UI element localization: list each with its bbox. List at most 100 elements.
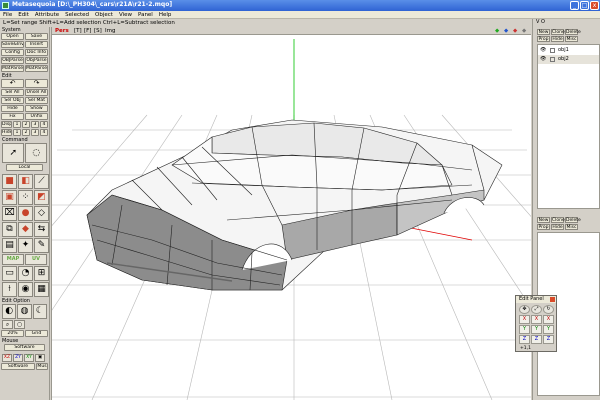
z-button[interactable]: Z <box>519 335 530 344</box>
face-icon[interactable]: ◇ <box>34 206 49 221</box>
material-misc-button[interactable]: Misc <box>565 224 578 230</box>
save-button[interactable]: Save <box>25 33 48 40</box>
tool-f-icon[interactable]: ▦ <box>34 282 49 297</box>
local-button[interactable]: Local <box>6 164 43 171</box>
object-hide-button[interactable]: Hide <box>551 36 564 42</box>
tool-a-icon[interactable]: ▭ <box>2 266 17 281</box>
disp-4-button[interactable]: 4 <box>40 121 48 128</box>
nav-green-icon[interactable]: ◆ <box>495 27 499 35</box>
object-row[interactable]: 👁 obj1 <box>538 46 599 55</box>
hide-button[interactable]: Hide <box>1 105 24 112</box>
z-button[interactable]: Z <box>531 335 542 344</box>
menu-attribute[interactable]: Attribute <box>32 11 62 19</box>
y-button[interactable]: Y <box>519 325 530 334</box>
move-icon[interactable]: ✥ <box>519 305 530 314</box>
menu-edit[interactable]: Edit <box>15 11 32 19</box>
yz-icon[interactable]: ▣ <box>35 354 45 362</box>
car-mesh[interactable] <box>86 119 503 291</box>
nav-red-icon[interactable]: ◆ <box>513 27 517 35</box>
zy-icon[interactable]: ZY <box>13 354 23 362</box>
weld-icon[interactable]: ◆ <box>18 222 33 237</box>
redo-arrow-icon[interactable]: ↷ <box>25 79 48 88</box>
material-hide-button[interactable]: Hide <box>551 224 564 230</box>
software-button[interactable]: Software <box>4 344 45 351</box>
select-arrow-icon[interactable]: ➚ <box>2 143 25 163</box>
tool-d-icon[interactable]: ⟊ <box>2 282 17 297</box>
hide-1-button[interactable]: 1 <box>13 129 21 136</box>
tab-side[interactable]: [S] <box>94 27 102 35</box>
menu-view[interactable]: View <box>116 11 135 19</box>
eye-icon[interactable]: 👁 <box>540 55 546 64</box>
maximize-button[interactable]: □ <box>580 1 589 10</box>
object-row-selected[interactable]: 👁 obj2 <box>538 55 599 64</box>
x-button[interactable]: X <box>519 315 530 324</box>
mus-button[interactable]: Mus <box>36 363 48 370</box>
object-clone-button[interactable]: Clone <box>551 29 565 35</box>
nav-gray-icon[interactable]: ◆ <box>522 27 526 35</box>
menu-help[interactable]: Help <box>156 11 175 19</box>
fix-button[interactable]: Fix <box>1 113 24 120</box>
unselect-all-button[interactable]: Unsel All <box>25 89 48 96</box>
mat-parse-button[interactable]: MatParse <box>1 65 24 72</box>
view-icon[interactable]: ◐ <box>2 304 17 319</box>
object-list[interactable]: 👁 obj1 👁 obj2 <box>537 44 600 209</box>
open-button[interactable]: Open <box>1 33 24 40</box>
rotate-icon[interactable]: ↻ <box>543 305 554 314</box>
nav-blue-icon[interactable]: ◆ <box>504 27 508 35</box>
select-all-button[interactable]: Sel All <box>1 89 24 96</box>
hide-layer-button[interactable]: Hide <box>1 129 12 136</box>
tool-b-icon[interactable]: ◔ <box>18 266 33 281</box>
hide-3-button[interactable]: 3 <box>31 129 39 136</box>
tab-front[interactable]: [F] <box>84 27 91 35</box>
xy-icon[interactable]: XY <box>24 354 34 362</box>
hide-2-button[interactable]: 2 <box>22 129 30 136</box>
tool-c-icon[interactable]: ⊞ <box>34 266 49 281</box>
scene-canvas[interactable] <box>52 35 531 400</box>
material-delete-button[interactable]: Delete <box>565 217 581 223</box>
bevel-icon[interactable]: ◩ <box>34 190 49 205</box>
material-clone-button[interactable]: Clone <box>551 217 565 223</box>
cube-icon[interactable]: ▣ <box>2 190 17 205</box>
disp-2-button[interactable]: 2 <box>22 121 30 128</box>
tab-perspective[interactable]: Pers <box>55 27 69 35</box>
tab-image[interactable]: Img <box>105 27 115 35</box>
select-object-button[interactable]: Sel Obj <box>1 97 24 104</box>
paint-icon[interactable]: ✎ <box>34 238 49 253</box>
config-button[interactable]: Config <box>1 49 24 56</box>
unfix-button[interactable]: Unfix <box>25 113 48 120</box>
minimize-button[interactable]: _ <box>570 1 579 10</box>
y-button[interactable]: Y <box>531 325 542 334</box>
cube-select-icon[interactable]: ◧ <box>18 174 33 189</box>
extrude-icon[interactable]: ⧉ <box>2 222 17 237</box>
tab-top[interactable]: [T] <box>74 27 82 35</box>
lasso-icon[interactable]: ◌ <box>25 143 47 163</box>
box-icon[interactable]: ■ <box>2 174 17 189</box>
menu-panel[interactable]: Panel <box>135 11 156 19</box>
hide-4-button[interactable]: 4 <box>40 129 48 136</box>
obj-parse-button[interactable]: OBJParse <box>1 57 24 64</box>
xz-icon[interactable]: XZ <box>2 354 12 362</box>
z-button[interactable]: Z <box>543 335 554 344</box>
sphere-icon[interactable]: ● <box>18 206 33 221</box>
object-misc-button[interactable]: Misc <box>565 36 578 42</box>
undo-arrow-icon[interactable]: ↶ <box>1 79 24 88</box>
disp-button[interactable]: Disp <box>1 121 12 128</box>
object-delete-button[interactable]: Delete <box>565 29 581 35</box>
vertex-icon[interactable]: ⁘ <box>18 190 33 205</box>
map-button[interactable]: MAP <box>2 254 24 265</box>
menu-object[interactable]: Object <box>92 11 116 19</box>
software-mode-button[interactable]: Software <box>1 363 35 370</box>
select-material-button[interactable]: Sel Mat <box>25 97 48 104</box>
object-new-button[interactable]: New <box>537 29 550 35</box>
show-button[interactable]: Show <box>25 105 48 112</box>
menu-file[interactable]: File <box>0 11 15 19</box>
menu-selected[interactable]: Selected <box>62 11 92 19</box>
mirror-icon[interactable]: ⇆ <box>34 222 49 237</box>
reset-icon[interactable]: ○ <box>14 320 25 329</box>
material-new-button[interactable]: New <box>537 217 550 223</box>
insert-button[interactable]: Insert <box>25 41 48 48</box>
bone-icon[interactable]: ✦ <box>18 238 33 253</box>
close-button[interactable]: x <box>590 1 599 10</box>
edit-panel-header[interactable]: Edit Panel <box>516 296 556 303</box>
cylinder-icon[interactable]: ▤ <box>2 238 17 253</box>
